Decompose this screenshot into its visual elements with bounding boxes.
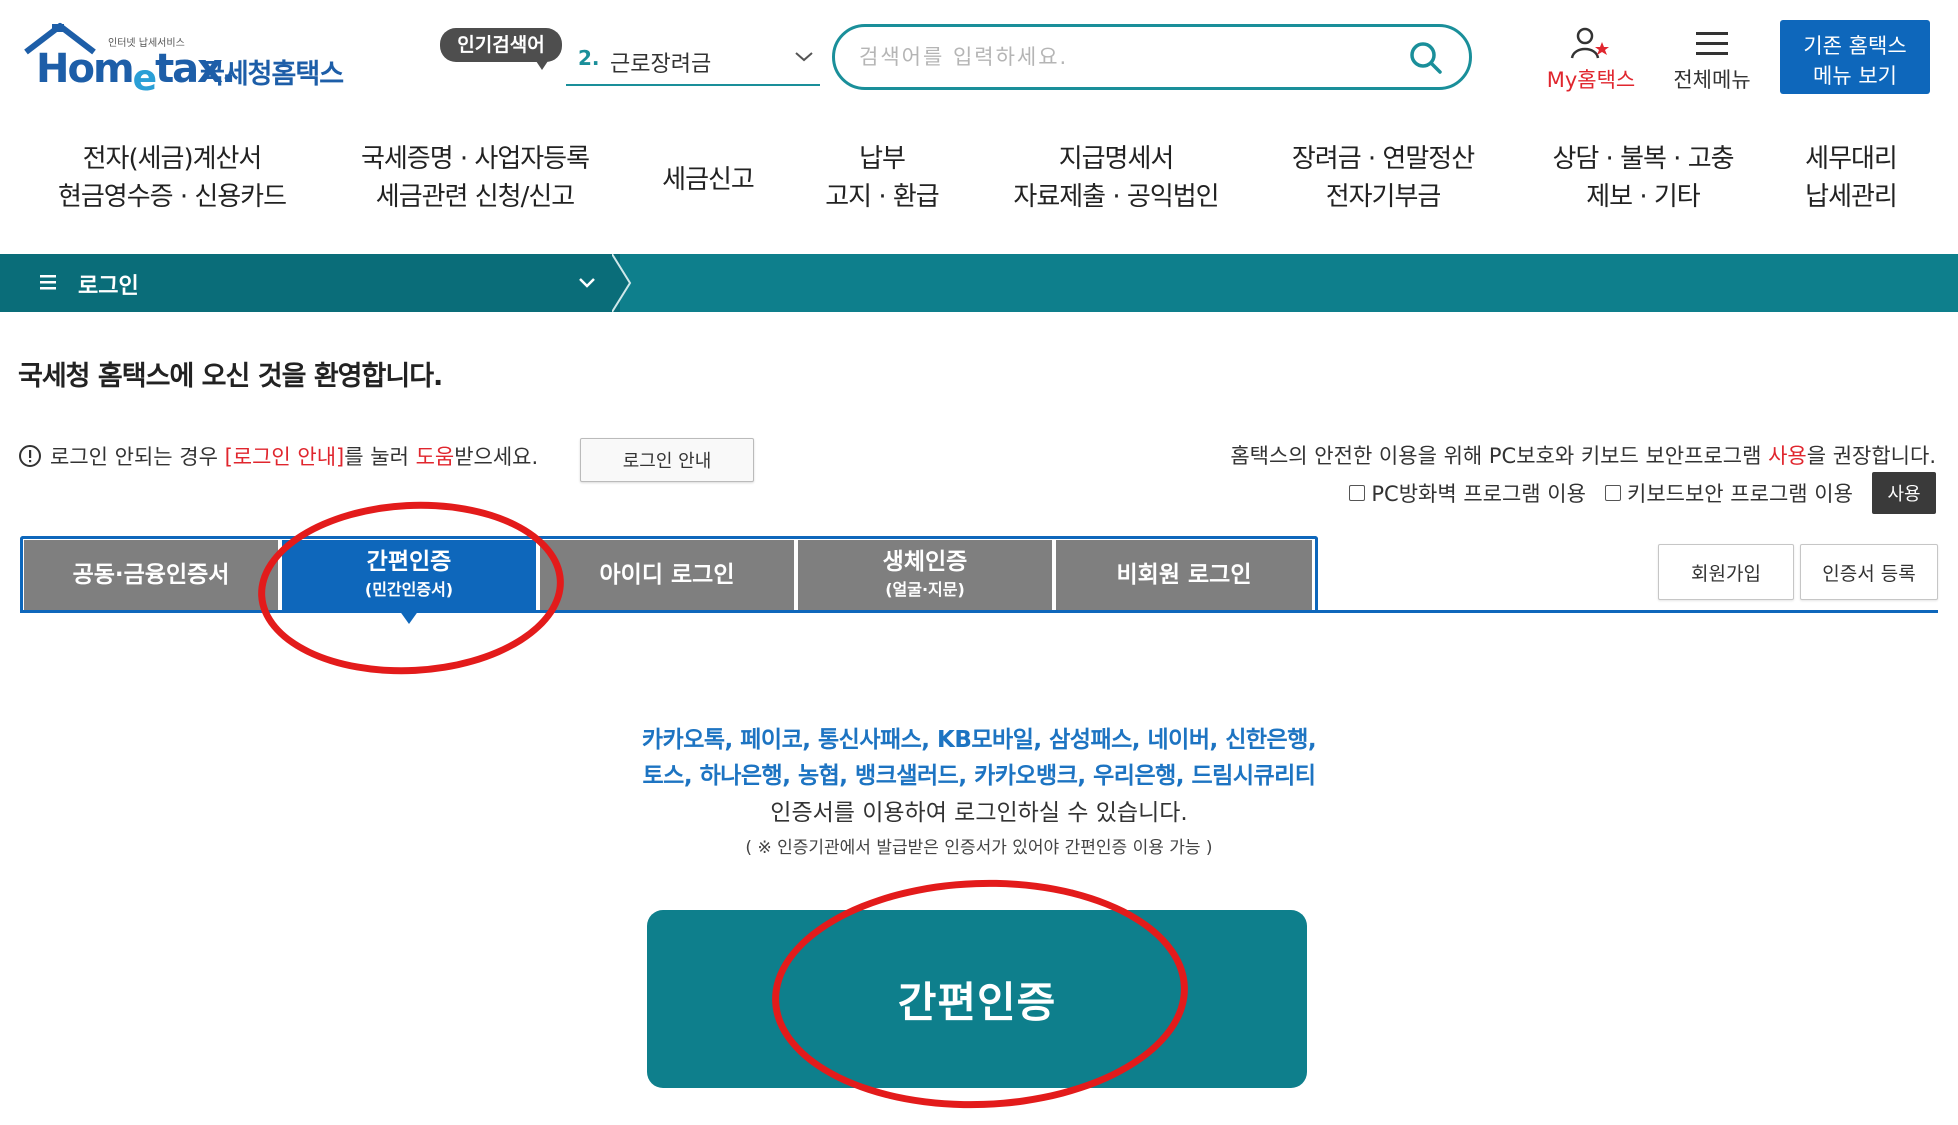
old-menu-button[interactable]: 기존 홈택스 메뉴 보기: [1780, 20, 1930, 94]
gnb-item-payment-statement[interactable]: 지급명세서 자료제출 · 공익법인: [1000, 140, 1232, 220]
gnb-line2: 세금관련 신청/신고: [375, 182, 575, 212]
gnb-line2: 고지 · 환급: [825, 182, 939, 212]
security-note-red: 사용: [1768, 444, 1807, 468]
gnb-line1: 지급명세서: [1058, 144, 1175, 174]
user-star-icon: [1570, 27, 1609, 59]
pc-firewall-option[interactable]: PC방화벽 프로그램 이용: [1349, 478, 1586, 508]
hometax-logo[interactable]: 인터넷 납세서비스 Hometax. 국세청홈택스: [22, 22, 352, 99]
gnb-item-certificate[interactable]: 국세증명 · 사업자등록 세금관련 신청/신고: [348, 140, 602, 220]
gnb-line1: 세금신고: [662, 165, 755, 195]
tab-label: 비회원 로그인: [1116, 562, 1252, 588]
my-hometax-link[interactable]: My홈택스: [1536, 26, 1646, 96]
simple-auth-description: 인증서를 이용하여 로그인하실 수 있습니다.: [770, 800, 1188, 826]
gnb-item-tax-return[interactable]: 세금신고: [640, 140, 776, 220]
chevron-down-icon: [579, 278, 595, 288]
tab-joint-certificate[interactable]: 공동·금융인증서: [24, 540, 278, 610]
chevron-down-icon: [795, 52, 813, 62]
menu-icon: [40, 275, 56, 290]
gnb-item-consulting[interactable]: 상담 · 불복 · 고충 제보 · 기타: [1532, 140, 1754, 220]
old-menu-line1: 기존 홈택스: [1803, 34, 1907, 58]
use-security-button[interactable]: 사용: [1872, 472, 1936, 514]
location-bar: 로그인: [0, 254, 1958, 312]
pc-firewall-checkbox[interactable]: [1349, 485, 1366, 501]
gnb-line2: 제보 · 기타: [1586, 182, 1700, 212]
tab-label: 공동·금융인증서: [72, 562, 230, 588]
gnb-item-incentive[interactable]: 장려금 · 연말정산 전자기부금: [1272, 140, 1494, 220]
gnb-item-payment[interactable]: 납부 고지 · 환급: [810, 140, 954, 220]
logo-korean: 국세청홈택스: [200, 59, 344, 90]
location-title: 로그인: [78, 274, 139, 299]
login-guide-button[interactable]: 로그인 안내: [580, 438, 754, 482]
help-red2: 도움: [415, 445, 455, 469]
gnb-line1: 전자(세금)계산서: [82, 144, 263, 174]
security-note: 홈택스의 안전한 이용을 위해 PC보호와 키보드 보안프로그램 사용을 권장합…: [1230, 440, 1936, 470]
tab-sublabel: (민간인증서): [364, 580, 454, 599]
simple-auth-note: ( ※ 인증기관에서 발급받은 인증서가 있어야 간편인증 이용 가능 ): [745, 838, 1213, 858]
login-help-text: 로그인 안되는 경우 [로그인 안내]를 눌러 도움받으세요.: [18, 441, 538, 471]
location-menu[interactable]: 로그인: [0, 254, 620, 312]
providers-line-2: 토스, 하나은행, 농협, 뱅크샐러드, 카카오뱅크, 우리은행, 드림시큐리티: [642, 763, 1316, 789]
header: 인터넷 납세서비스 Hometax. 국세청홈택스 인기검색어 2. 근로장려금…: [0, 0, 1958, 110]
tab-label: 간편인증: [366, 549, 452, 575]
tab-id-login[interactable]: 아이디 로그인: [540, 540, 794, 610]
security-options: PC방화벽 프로그램 이용 키보드보안 프로그램 이용 사용: [1349, 472, 1936, 516]
help-part1: 로그인 안되는 경우: [50, 445, 225, 469]
gnb-line1: 납부: [859, 144, 906, 174]
tab-guest-login[interactable]: 비회원 로그인: [1056, 540, 1312, 610]
gnb-item-tax-agent[interactable]: 세무대리 납세관리: [1790, 140, 1912, 220]
old-menu-line2: 메뉴 보기: [1813, 64, 1897, 88]
signup-button[interactable]: 회원가입: [1658, 544, 1794, 600]
pc-firewall-label: PC방화벽 프로그램 이용: [1371, 482, 1586, 506]
hamburger-icon: [1696, 32, 1728, 55]
popular-term: 근로장려금: [610, 52, 712, 77]
gnb-line2: 자료제출 · 공익법인: [1013, 182, 1219, 212]
simple-auth-button[interactable]: 간편인증: [647, 910, 1307, 1088]
help-part2: 를 눌러: [344, 445, 416, 469]
gnb-line1: 세무대리: [1805, 144, 1898, 174]
breadcrumb-separator-icon: [612, 254, 632, 312]
security-note-part1: 홈택스의 안전한 이용을 위해 PC보호와 키보드 보안프로그램: [1230, 444, 1769, 468]
info-icon: [19, 445, 41, 467]
search-icon[interactable]: [1409, 41, 1443, 75]
gnb-item-invoice[interactable]: 전자(세금)계산서 현금영수증 · 신용카드: [40, 140, 304, 220]
all-menu-label: 전체메뉴: [1673, 68, 1751, 92]
cert-register-button[interactable]: 인증서 등록: [1800, 544, 1938, 600]
gnb-line1: 장려금 · 연말정산: [1291, 144, 1475, 174]
simple-auth-info: 카카오톡, 페이코, 통신사패스, KB모바일, 삼성패스, 네이버, 신한은행…: [0, 722, 1958, 864]
providers-line-1: 카카오톡, 페이코, 통신사패스, KB모바일, 삼성패스, 네이버, 신한은행…: [641, 727, 1317, 753]
login-tabs: 공동·금융인증서 간편인증 (민간인증서) 아이디 로그인 생체인증 (얼굴·지…: [20, 536, 1938, 624]
gnb-line1: 상담 · 불복 · 고충: [1552, 144, 1734, 174]
gnb-line2: 현금영수증 · 신용카드: [57, 182, 287, 212]
my-hometax-label: My홈택스: [1546, 68, 1636, 92]
gnb-line2: 납세관리: [1805, 182, 1898, 212]
popular-search-badge: 인기검색어: [440, 28, 562, 70]
welcome-message: 국세청 홈택스에 오신 것을 환영합니다.: [18, 361, 443, 392]
keyboard-security-label: 키보드보안 프로그램 이용: [1627, 482, 1853, 506]
help-red1: [로그인 안내]: [224, 445, 345, 469]
search-box: [832, 24, 1472, 90]
gnb-line1: 국세증명 · 사업자등록: [360, 144, 590, 174]
search-input[interactable]: [859, 39, 1379, 75]
tab-sublabel: (얼굴·지문): [885, 580, 965, 599]
tab-simple-auth[interactable]: 간편인증 (민간인증서): [282, 540, 536, 624]
tab-biometric[interactable]: 생체인증 (얼굴·지문): [798, 540, 1052, 610]
popular-rank: 2.: [578, 46, 600, 70]
popular-search-select[interactable]: 2. 근로장려금: [566, 36, 820, 86]
help-part3: 받으세요.: [454, 445, 539, 469]
keyboard-security-option[interactable]: 키보드보안 프로그램 이용: [1605, 478, 1853, 508]
all-menu-link[interactable]: 전체메뉴: [1664, 26, 1760, 96]
security-note-part2: 을 권장합니다.: [1806, 444, 1936, 468]
keyboard-security-checkbox[interactable]: [1605, 485, 1622, 501]
tab-label: 생체인증: [882, 549, 968, 575]
gnb-line2: 전자기부금: [1325, 182, 1442, 212]
main-navigation: 전자(세금)계산서 현금영수증 · 신용카드 국세증명 · 사업자등록 세금관련…: [0, 140, 1958, 240]
tab-label: 아이디 로그인: [599, 562, 735, 588]
